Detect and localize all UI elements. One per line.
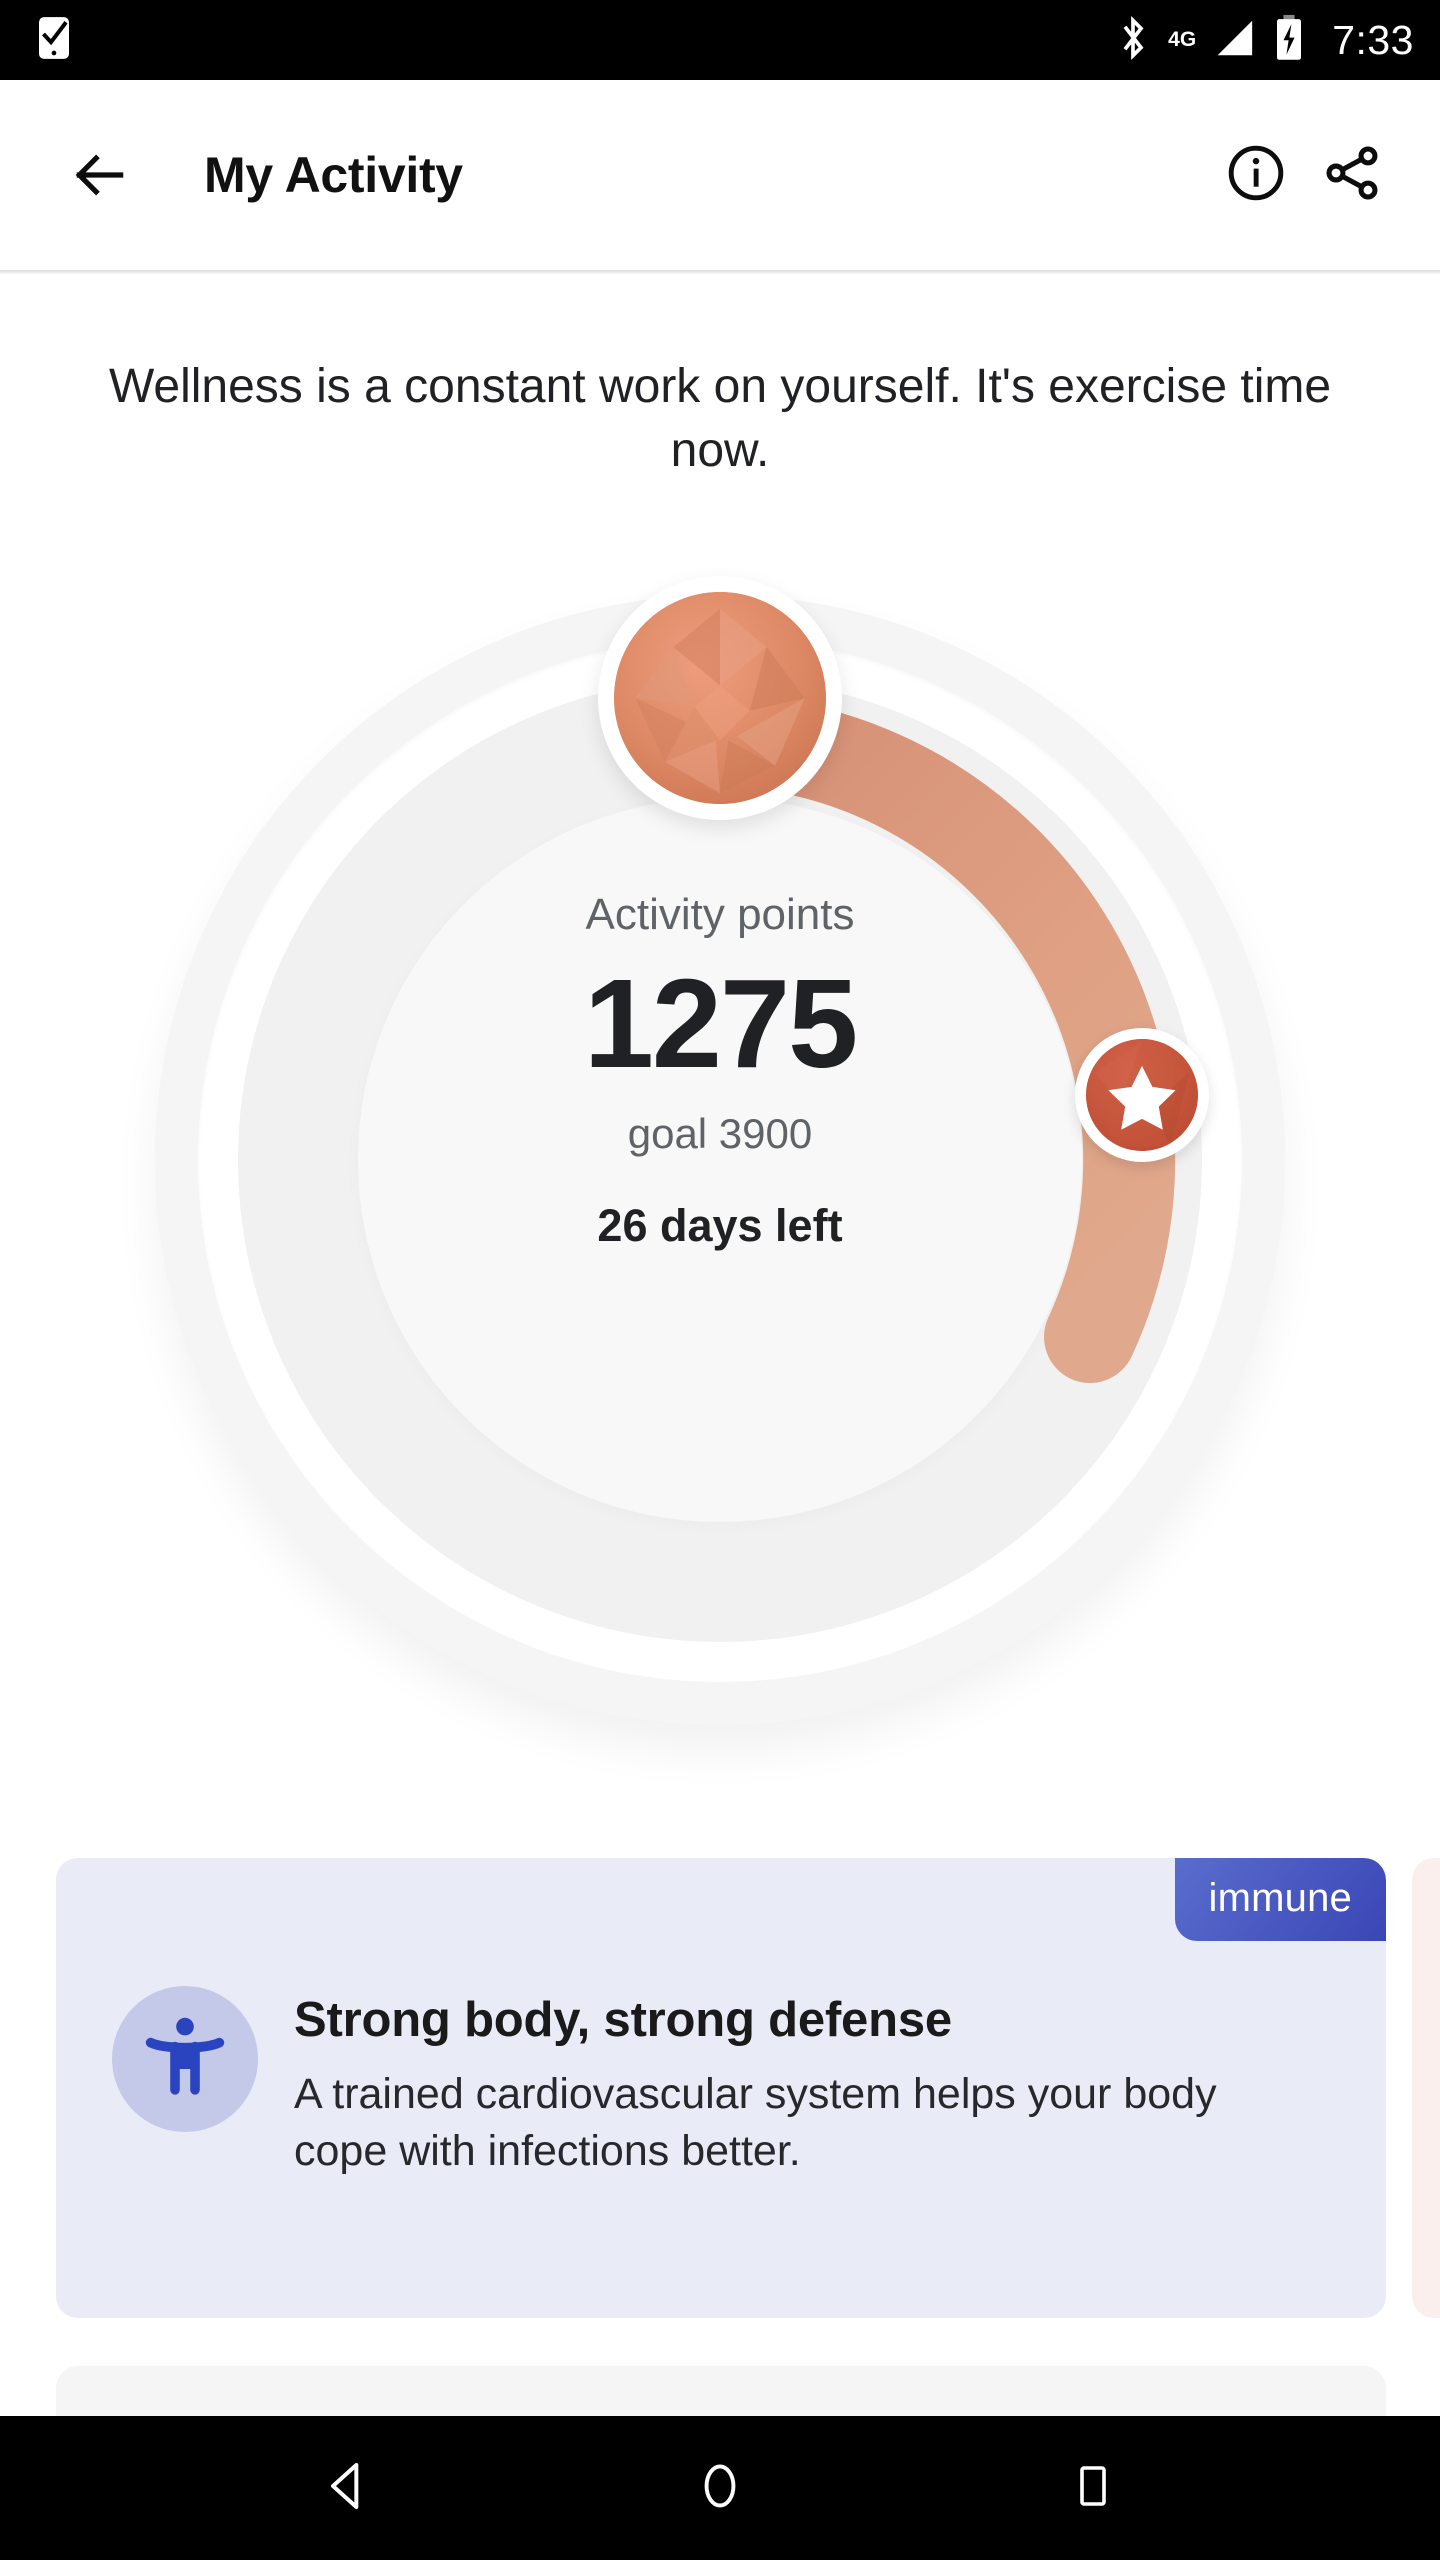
status-badge: immune: [1174, 1858, 1386, 1941]
card-body: A trained cardiovascular system helps yo…: [294, 2070, 1217, 2176]
share-button[interactable]: [1304, 127, 1400, 223]
gem-marker[interactable]: [598, 576, 842, 820]
card-icon-circle: [112, 1986, 258, 2132]
status-bar-left: [34, 14, 74, 67]
nav-home-button[interactable]: [655, 2423, 785, 2553]
insight-card-immune[interactable]: immune Strong body, strong defense A tra…: [56, 1858, 1386, 2318]
gem-crystal-icon: [614, 592, 826, 804]
status-bar-clock: 7:33: [1332, 16, 1414, 63]
star-icon: [1086, 1039, 1198, 1151]
app-bar: My Activity: [0, 80, 1440, 270]
nav-home-circle-icon: [694, 2460, 746, 2517]
insight-card-peek[interactable]: [1412, 1858, 1440, 2318]
signal-bars-icon: [1210, 15, 1256, 66]
ring-metric-value: 1275: [583, 953, 858, 1094]
nav-recents-button[interactable]: [1028, 2423, 1158, 2553]
nav-recents-square-icon: [1069, 2462, 1117, 2515]
android-nav-bar: [0, 2416, 1440, 2560]
status-bar: 4G 7:33: [0, 0, 1440, 80]
battery-charging-icon: [1274, 14, 1304, 67]
card-text-block: Strong body, strong defense A trained ca…: [294, 1992, 1294, 2180]
info-circle-icon: [1225, 142, 1287, 209]
nav-back-triangle-icon: [319, 2458, 375, 2519]
status-bar-right: 4G 7:33: [1116, 14, 1414, 67]
app-bar-divider: [0, 270, 1440, 275]
accessibility-person-icon: [137, 2009, 233, 2110]
phone-check-icon: [34, 14, 74, 67]
headline-text: Wellness is a constant work on yourself.…: [108, 360, 1332, 477]
bluetooth-icon: [1116, 14, 1150, 67]
card-title: Strong body, strong defense: [294, 1993, 952, 2047]
share-icon: [1320, 141, 1384, 210]
activity-ring-widget[interactable]: Activity points 1275 goal 3900 26 days l…: [120, 560, 1320, 1760]
star-badge-marker[interactable]: [1075, 1028, 1209, 1162]
nav-back-button[interactable]: [282, 2423, 412, 2553]
network-type-label: 4G: [1168, 27, 1197, 51]
ring-days-left-label: 26 days left: [597, 1200, 843, 1252]
ring-center-readout: Activity points 1275 goal 3900 26 days l…: [370, 890, 1070, 1252]
page-title: My Activity: [204, 147, 463, 203]
back-button[interactable]: [52, 127, 148, 223]
ring-goal-label: goal 3900: [627, 1110, 813, 1158]
info-button[interactable]: [1208, 127, 1304, 223]
phone-screen: 4G 7:33 My Activity Wellness is a consta…: [0, 0, 1440, 2560]
ring-metric-label: Activity points: [585, 890, 855, 939]
